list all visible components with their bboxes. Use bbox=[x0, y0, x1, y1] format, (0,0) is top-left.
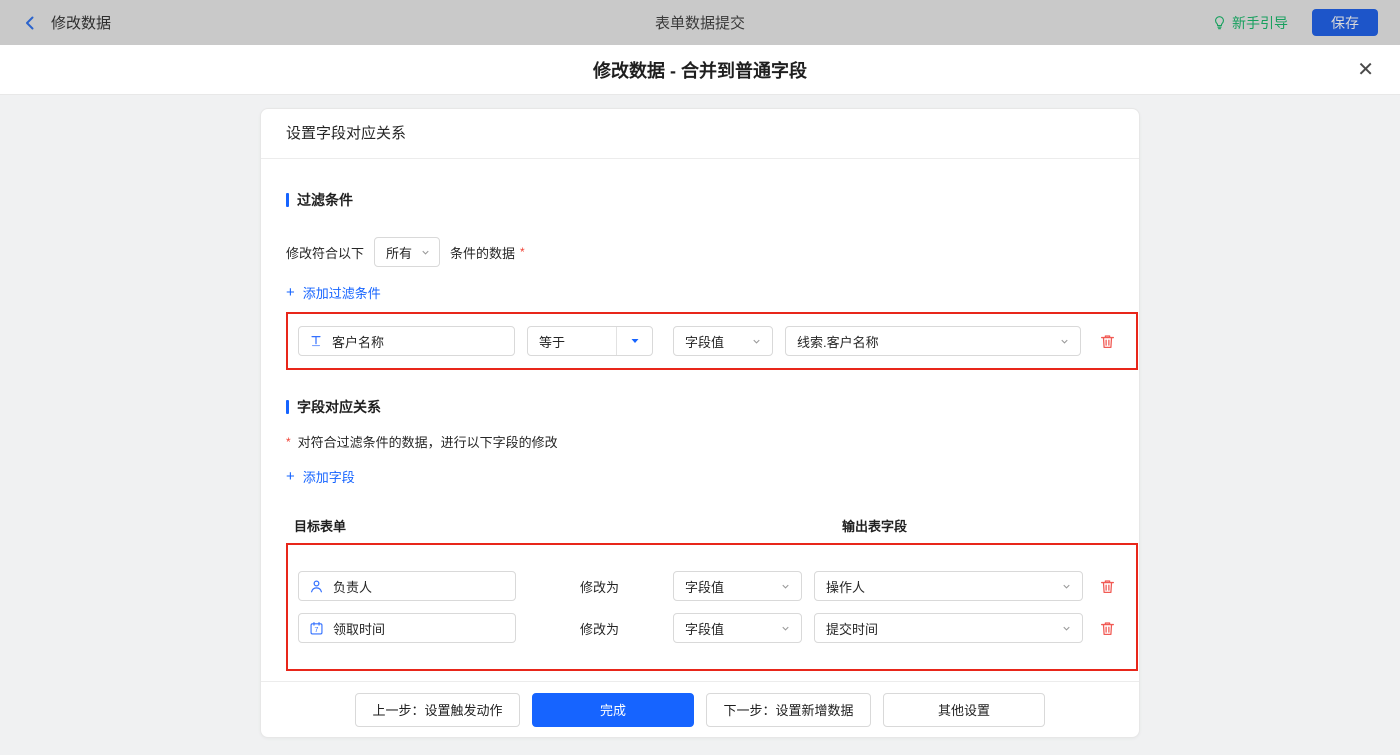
other-settings-button[interactable]: 其他设置 bbox=[883, 692, 1045, 727]
topbar: 修改数据 表单数据提交 新手引导 保存 bbox=[0, 0, 1400, 45]
output-field-select[interactable]: 操作人 bbox=[814, 571, 1083, 601]
target-field-input[interactable]: 7 领取时间 bbox=[298, 613, 516, 643]
match-mode-select[interactable]: 所有 bbox=[374, 237, 441, 267]
trash-icon[interactable] bbox=[1099, 333, 1116, 350]
text-field-icon bbox=[309, 334, 323, 348]
settings-panel: 设置字段对应关系 过滤条件 修改符合以下 所有 条件的数据 * + 添加过滤条件 bbox=[260, 108, 1140, 738]
filter-highlight-box: 客户名称 等于 字段值 线索.客户名称 bbox=[286, 312, 1138, 370]
done-button[interactable]: 完成 bbox=[532, 692, 694, 727]
caret-down-icon bbox=[616, 327, 652, 355]
filter-row: 客户名称 等于 字段值 线索.客户名称 bbox=[298, 326, 1126, 356]
chevron-down-icon bbox=[1061, 339, 1068, 344]
close-icon[interactable]: ✕ bbox=[1357, 60, 1374, 80]
plus-icon: + bbox=[286, 284, 295, 301]
panel-title: 设置字段对应关系 bbox=[261, 109, 1139, 159]
save-button[interactable]: 保存 bbox=[1312, 9, 1378, 36]
add-field-link[interactable]: + 添加字段 bbox=[286, 467, 355, 486]
output-field-select[interactable]: 提交时间 bbox=[814, 613, 1083, 643]
section-bar bbox=[286, 193, 289, 207]
filter-value-select[interactable]: 线索.客户名称 bbox=[785, 326, 1081, 356]
chevron-down-icon bbox=[753, 339, 760, 344]
trash-icon[interactable] bbox=[1099, 578, 1116, 595]
add-filter-link[interactable]: + 添加过滤条件 bbox=[286, 283, 381, 302]
svg-text:7: 7 bbox=[315, 626, 319, 633]
mapping-row: 7 领取时间 修改为 字段值 提交时间 bbox=[298, 613, 1126, 643]
calendar-icon: 7 bbox=[309, 621, 324, 636]
mapping-row: 负责人 修改为 字段值 操作人 bbox=[298, 571, 1126, 601]
chevron-down-icon bbox=[1063, 626, 1070, 631]
user-icon bbox=[309, 579, 324, 594]
prev-step-button[interactable]: 上一步：设置触发动作 bbox=[355, 692, 520, 727]
panel-footer: 上一步：设置触发动作 完成 下一步：设置新增数据 其他设置 bbox=[261, 681, 1139, 737]
value-type-select[interactable]: 字段值 bbox=[673, 613, 802, 643]
dialog-header: 修改数据 - 合并到普通字段 ✕ bbox=[0, 45, 1400, 95]
dialog-body: 设置字段对应关系 过滤条件 修改符合以下 所有 条件的数据 * + 添加过滤条件 bbox=[0, 108, 1400, 755]
filter-condition-line: 修改符合以下 所有 条件的数据 * bbox=[286, 237, 1139, 267]
filter-field-input[interactable]: 客户名称 bbox=[298, 326, 515, 356]
guide-link[interactable]: 新手引导 bbox=[1212, 13, 1288, 33]
col-target-form: 目标表单 bbox=[294, 519, 347, 534]
bulb-icon bbox=[1214, 16, 1225, 30]
mapping-note: * 对符合过滤条件的数据，进行以下字段的修改 bbox=[286, 434, 558, 451]
mapping-section-title: 字段对应关系 bbox=[286, 397, 1139, 417]
condition-prefix: 修改符合以下 bbox=[286, 245, 365, 261]
col-output-field: 输出表字段 bbox=[842, 519, 908, 534]
modify-to-label: 修改为 bbox=[580, 579, 620, 595]
dialog-title: 修改数据 - 合并到普通字段 bbox=[593, 60, 807, 81]
mapping-highlight-box: 负责人 修改为 字段值 操作人 7 领取时间 修改为 字段值 提交时间 bbox=[286, 543, 1138, 671]
guide-label: 新手引导 bbox=[1232, 14, 1288, 31]
topbar-title: 表单数据提交 bbox=[654, 15, 745, 32]
required-mark: * bbox=[520, 245, 525, 259]
condition-suffix: 条件的数据 bbox=[450, 245, 516, 261]
value-type-select[interactable]: 字段值 bbox=[673, 571, 802, 601]
filter-section-title: 过滤条件 bbox=[286, 190, 1139, 210]
mapping-column-headers: 目标表单 输出表字段 bbox=[286, 516, 1139, 534]
trash-icon[interactable] bbox=[1099, 620, 1116, 637]
operator-select[interactable]: 等于 bbox=[527, 326, 653, 356]
modify-to-label: 修改为 bbox=[580, 621, 620, 637]
section-bar bbox=[286, 400, 289, 414]
chevron-down-icon bbox=[782, 584, 789, 589]
chevron-down-icon bbox=[782, 626, 789, 631]
chevron-down-icon bbox=[422, 250, 429, 255]
chevron-down-icon bbox=[1063, 584, 1070, 589]
value-type-select[interactable]: 字段值 bbox=[673, 326, 773, 356]
target-field-input[interactable]: 负责人 bbox=[298, 571, 516, 601]
next-step-button[interactable]: 下一步：设置新增数据 bbox=[706, 692, 871, 727]
plus-icon: + bbox=[286, 468, 295, 485]
